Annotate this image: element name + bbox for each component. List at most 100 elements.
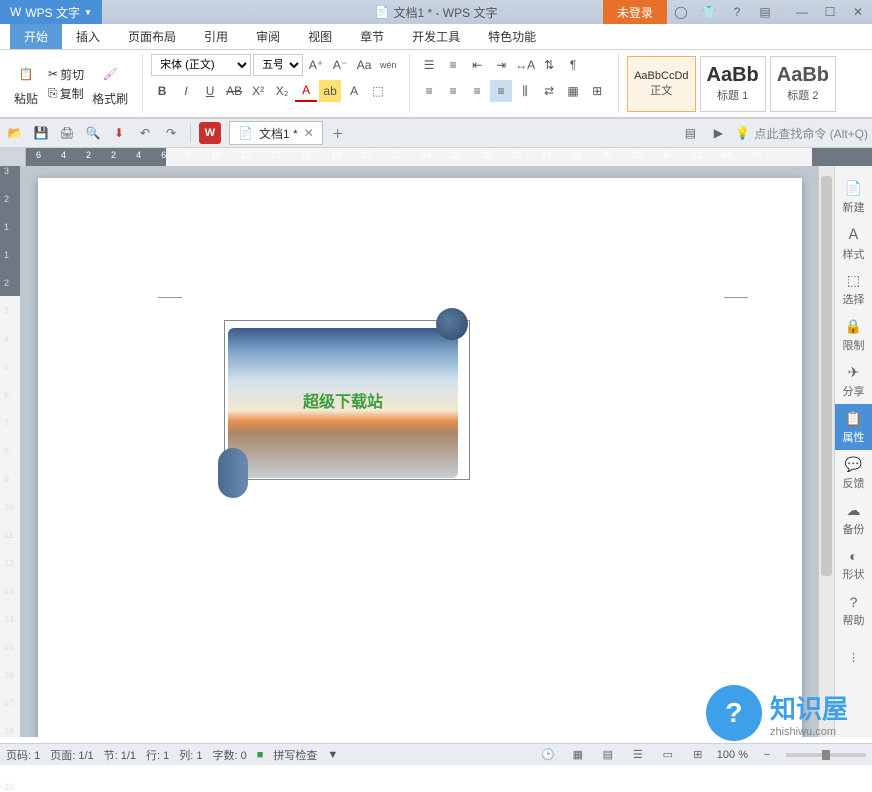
side-item-属性[interactable]: 📋属性 [835,404,872,450]
browser-icon[interactable]: ◯ [667,0,695,24]
decrease-indent-button[interactable]: ⇤ [466,54,488,76]
vertical-ruler[interactable]: 3211234567891011121314151617181920 [0,166,20,737]
scroll-shape-object[interactable]: 超级下载站 [218,308,468,498]
document-canvas[interactable]: 超级下载站 [20,166,818,737]
copy-button[interactable]: ⎘复制 [48,85,84,102]
change-case-button[interactable]: Aa [353,54,375,76]
side-item-限制[interactable]: 🔒限制 [835,312,872,358]
zoom-thumb[interactable] [822,750,830,760]
side-item-新建[interactable]: 📄新建 [835,174,872,220]
tool-icon[interactable]: ▶ [707,122,729,144]
zoom-out-button[interactable]: − [756,744,778,766]
minimize-button[interactable]: — [788,0,816,24]
line-spacing-button[interactable]: ⇅ [538,54,560,76]
print-preview-icon[interactable]: 🔍 [82,122,104,144]
shading-button[interactable]: ▦ [562,80,584,102]
status-spell[interactable]: 拼写检查 [273,747,317,763]
maximize-button[interactable]: ☐ [816,0,844,24]
side-item-样式[interactable]: Ａ样式 [835,220,872,266]
align-center-button[interactable]: ≡ [442,80,464,102]
feedback-icon[interactable]: ▤ [751,0,779,24]
bullet-list-button[interactable]: ☰ [418,54,440,76]
strike-button[interactable]: AB [223,80,245,102]
char-scale-button[interactable]: ↔A [514,54,536,76]
side-item-反馈[interactable]: 💬反馈 [835,450,872,496]
horizontal-ruler[interactable]: 6422468101214161820222426283032343638404… [0,148,872,166]
side-item-帮助[interactable]: ?帮助 [835,588,872,634]
font-name-select[interactable]: 宋体 (正文) [151,54,251,76]
zoom-level[interactable]: 100 % [717,749,748,761]
help-icon[interactable]: ? [723,0,751,24]
char-border-button[interactable]: ⬚ [367,80,389,102]
save-icon[interactable]: 💾 [30,122,52,144]
side-item-备份[interactable]: ☁备份 [835,496,872,542]
menu-insert[interactable]: 插入 [62,24,114,49]
redo-icon[interactable]: ↷ [160,122,182,144]
close-tab-icon[interactable]: ✕ [304,126,314,140]
subscript-button[interactable]: X₂ [271,80,293,102]
show-marks-button[interactable]: ¶ [562,54,584,76]
side-item-形状[interactable]: ◐形状 [835,542,872,588]
menu-review[interactable]: 审阅 [242,24,294,49]
scrollbar-thumb[interactable] [821,176,832,576]
zoom-slider[interactable] [786,753,866,757]
grow-font-button[interactable]: A⁺ [305,54,327,76]
status-line[interactable]: 行: 1 [146,747,169,763]
format-painter-button[interactable]: 🖌 格式刷 [88,54,132,113]
shrink-font-button[interactable]: A⁻ [329,54,351,76]
app-menu[interactable]: W WPS 文字 ▼ [0,0,102,24]
paste-button[interactable]: 📋 粘贴 [8,54,44,113]
text-effect-button[interactable]: A [343,80,365,102]
status-page[interactable]: 页面: 1/1 [50,747,93,763]
menu-reference[interactable]: 引用 [190,24,242,49]
undo-icon[interactable]: ↶ [134,122,156,144]
menu-chapter[interactable]: 章节 [346,24,398,49]
side-item-分享[interactable]: ✈分享 [835,358,872,404]
font-size-select[interactable]: 五号 [253,54,303,76]
menu-devtools[interactable]: 开发工具 [398,24,474,49]
menu-view[interactable]: 视图 [294,24,346,49]
italic-button[interactable]: I [175,80,197,102]
new-tab-icon[interactable]: ＋ [327,122,349,144]
search-command[interactable]: 💡 点此查找命令 (Alt+Q) [735,125,868,142]
status-section[interactable]: 节: 1/1 [104,747,136,763]
document-tab[interactable]: 📄 文档1 * ✕ [229,121,323,145]
wps-home-icon[interactable]: W [199,122,221,144]
vertical-scrollbar[interactable] [818,166,834,737]
style-heading1[interactable]: AaBb 标题 1 [700,56,766,112]
login-button[interactable]: 未登录 [603,0,667,24]
menu-features[interactable]: 特色功能 [474,24,550,49]
open-icon[interactable]: 📂 [4,122,26,144]
fit-width-icon[interactable]: ⊞ [687,744,709,766]
tab-button[interactable]: ⇄ [538,80,560,102]
menu-pagelayout[interactable]: 页面布局 [114,24,190,49]
shirt-icon[interactable]: 👕 [695,0,723,24]
view-print-icon[interactable]: ▦ [567,744,589,766]
side-item-选择[interactable]: ⬚选择 [835,266,872,312]
phonetic-button[interactable]: wén [377,54,399,76]
view-outline-icon[interactable]: ☰ [627,744,649,766]
print-icon[interactable]: 🖨 [56,122,78,144]
cut-button[interactable]: ✂剪切 [48,66,84,83]
increase-indent-button[interactable]: ⇥ [490,54,512,76]
align-justify-button[interactable]: ≡ [490,80,512,102]
menu-start[interactable]: 开始 [10,24,62,49]
highlight-button[interactable]: ab [319,80,341,102]
underline-button[interactable]: U [199,80,221,102]
align-right-button[interactable]: ≡ [466,80,488,102]
font-color-button[interactable]: A [295,80,317,102]
view-web-icon[interactable]: ▤ [597,744,619,766]
history-icon[interactable]: 🕑 [537,744,559,766]
settings-icon[interactable]: ▤ [679,122,701,144]
bold-button[interactable]: B [151,80,173,102]
export-pdf-icon[interactable]: ⬇ [108,122,130,144]
align-left-button[interactable]: ≡ [418,80,440,102]
style-normal[interactable]: AaBbCcDd 正文 [627,56,695,112]
distribute-button[interactable]: ⫼ [514,80,536,102]
side-more[interactable]: ⋮ [835,634,872,680]
close-button[interactable]: ✕ [844,0,872,24]
superscript-button[interactable]: X² [247,80,269,102]
number-list-button[interactable]: ≡ [442,54,464,76]
status-col[interactable]: 列: 1 [179,747,202,763]
status-chars[interactable]: 字数: 0 [213,747,247,763]
